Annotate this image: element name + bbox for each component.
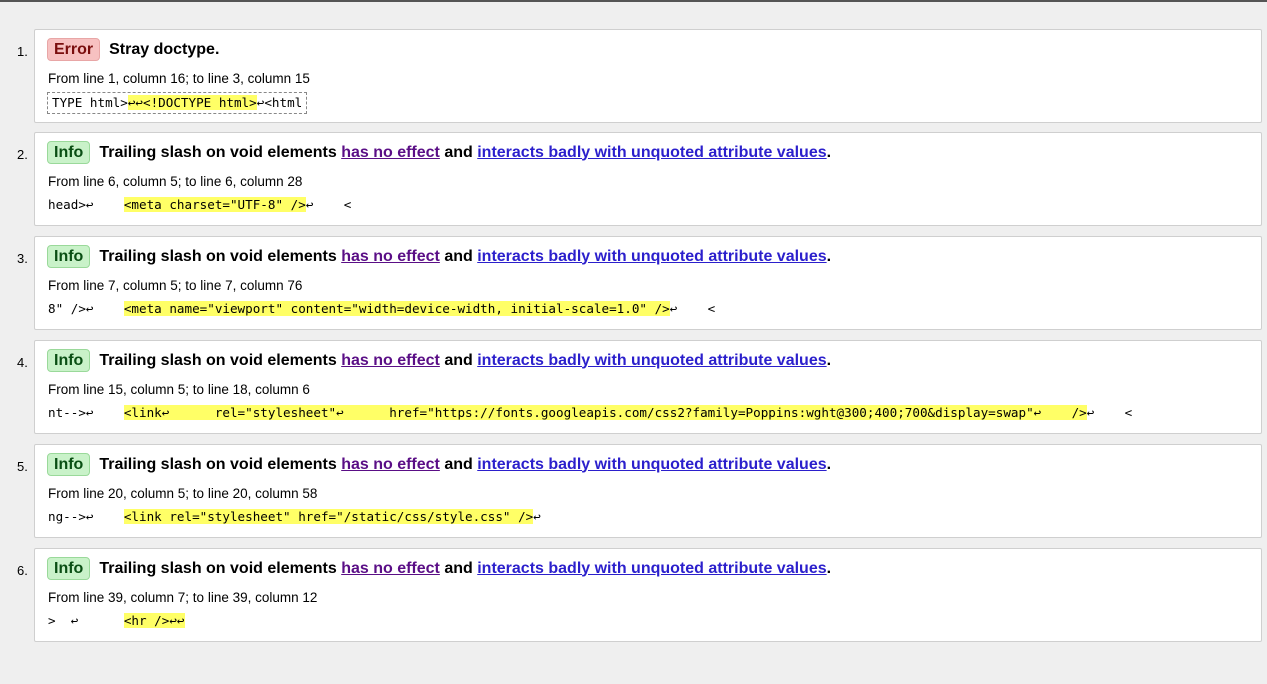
message-period: . <box>826 143 832 161</box>
message-location: From line 7, column 5; to line 7, column… <box>48 278 303 293</box>
error-badge: Error <box>47 38 101 61</box>
message-conjunction: and <box>444 351 473 369</box>
extract-after: ↩<html <box>256 95 303 110</box>
extract-after: ↩ < <box>1086 405 1133 420</box>
code-extract: 8" />↩ <meta name="viewport" content="wi… <box>48 300 715 318</box>
message-heading: Info Trailing slash on void elements has… <box>47 245 831 268</box>
extract-before: > ↩ <box>48 613 124 628</box>
extract-before: head>↩ <box>48 197 124 212</box>
code-extract: TYPE html>↩↩<!DOCTYPE html>↩<html <box>47 92 308 114</box>
message-location: From line 39, column 7; to line 39, colu… <box>48 590 318 605</box>
interacts-badly-link[interactable]: interacts badly with unquoted attribute … <box>477 456 826 474</box>
message-period: . <box>826 455 832 473</box>
extract-before: nt-->↩ <box>48 405 124 420</box>
extract-highlight: <link rel="stylesheet" href="/static/css… <box>123 509 534 524</box>
message-period: . <box>826 247 832 265</box>
message-location: From line 6, column 5; to line 6, column… <box>48 174 303 189</box>
extract-after: ↩ < <box>669 301 716 316</box>
message-heading: Error Stray doctype. <box>47 38 219 61</box>
has-no-effect-link[interactable]: has no effect <box>341 560 440 578</box>
extract-before: ng-->↩ <box>48 509 124 524</box>
message-number: 1. <box>17 44 28 59</box>
info-badge: Info <box>47 349 91 372</box>
message-number: 2. <box>17 147 28 162</box>
message-number: 6. <box>17 563 28 578</box>
message-location: From line 20, column 5; to line 20, colu… <box>48 486 318 501</box>
extract-before: 8" />↩ <box>48 301 124 316</box>
validation-message: 4. Info Trailing slash on void elements … <box>17 340 1262 434</box>
message-title: Trailing slash on void elements <box>99 143 337 161</box>
code-extract: ng-->↩ <link rel="stylesheet" href="/sta… <box>48 508 541 526</box>
extract-after: ↩ < <box>305 197 352 212</box>
message-title: Stray doctype. <box>109 40 220 58</box>
extract-highlight: <link↩ rel="stylesheet"↩ href="https://f… <box>123 405 1087 420</box>
info-badge: Info <box>47 453 91 476</box>
message-number: 5. <box>17 459 28 474</box>
validation-message-list: 1. Error Stray doctype. From line 1, col… <box>0 29 1267 651</box>
interacts-badly-link[interactable]: interacts badly with unquoted attribute … <box>477 560 826 578</box>
message-heading: Info Trailing slash on void elements has… <box>47 557 831 580</box>
has-no-effect-link[interactable]: has no effect <box>341 144 440 162</box>
extract-highlight: <hr />↩↩ <box>123 613 185 628</box>
extract-after: ↩ <box>533 509 541 524</box>
message-heading: Info Trailing slash on void elements has… <box>47 349 831 372</box>
message-period: . <box>826 351 832 369</box>
validation-message: 1. Error Stray doctype. From line 1, col… <box>17 29 1262 123</box>
has-no-effect-link[interactable]: has no effect <box>341 248 440 266</box>
message-conjunction: and <box>444 559 473 577</box>
validation-message: 5. Info Trailing slash on void elements … <box>17 444 1262 538</box>
has-no-effect-link[interactable]: has no effect <box>341 456 440 474</box>
message-title: Trailing slash on void elements <box>99 247 337 265</box>
interacts-badly-link[interactable]: interacts badly with unquoted attribute … <box>477 352 826 370</box>
message-location: From line 1, column 16; to line 3, colum… <box>48 71 310 86</box>
message-conjunction: and <box>444 455 473 473</box>
extract-highlight: ↩↩<!DOCTYPE html> <box>127 95 257 110</box>
message-number: 3. <box>17 251 28 266</box>
validation-message: 3. Info Trailing slash on void elements … <box>17 236 1262 330</box>
top-border <box>0 0 1267 2</box>
message-conjunction: and <box>444 247 473 265</box>
info-badge: Info <box>47 141 91 164</box>
message-period: . <box>826 559 832 577</box>
code-extract: nt-->↩ <link↩ rel="stylesheet"↩ href="ht… <box>48 404 1132 422</box>
message-heading: Info Trailing slash on void elements has… <box>47 141 831 164</box>
message-heading: Info Trailing slash on void elements has… <box>47 453 831 476</box>
interacts-badly-link[interactable]: interacts badly with unquoted attribute … <box>477 144 826 162</box>
validation-message: 2. Info Trailing slash on void elements … <box>17 132 1262 226</box>
info-badge: Info <box>47 557 91 580</box>
extract-highlight: <meta name="viewport" content="width=dev… <box>123 301 670 316</box>
message-location: From line 15, column 5; to line 18, colu… <box>48 382 310 397</box>
info-badge: Info <box>47 245 91 268</box>
message-title: Trailing slash on void elements <box>99 455 337 473</box>
interacts-badly-link[interactable]: interacts badly with unquoted attribute … <box>477 248 826 266</box>
code-extract: head>↩ <meta charset="UTF-8" />↩ < <box>48 196 351 214</box>
extract-highlight: <meta charset="UTF-8" /> <box>123 197 306 212</box>
has-no-effect-link[interactable]: has no effect <box>341 352 440 370</box>
message-title: Trailing slash on void elements <box>99 351 337 369</box>
validation-message: 6. Info Trailing slash on void elements … <box>17 548 1262 642</box>
message-number: 4. <box>17 355 28 370</box>
extract-before: TYPE html> <box>52 95 128 110</box>
code-extract: > ↩ <hr />↩↩ <box>48 612 185 630</box>
message-title: Trailing slash on void elements <box>99 559 337 577</box>
message-conjunction: and <box>444 143 473 161</box>
